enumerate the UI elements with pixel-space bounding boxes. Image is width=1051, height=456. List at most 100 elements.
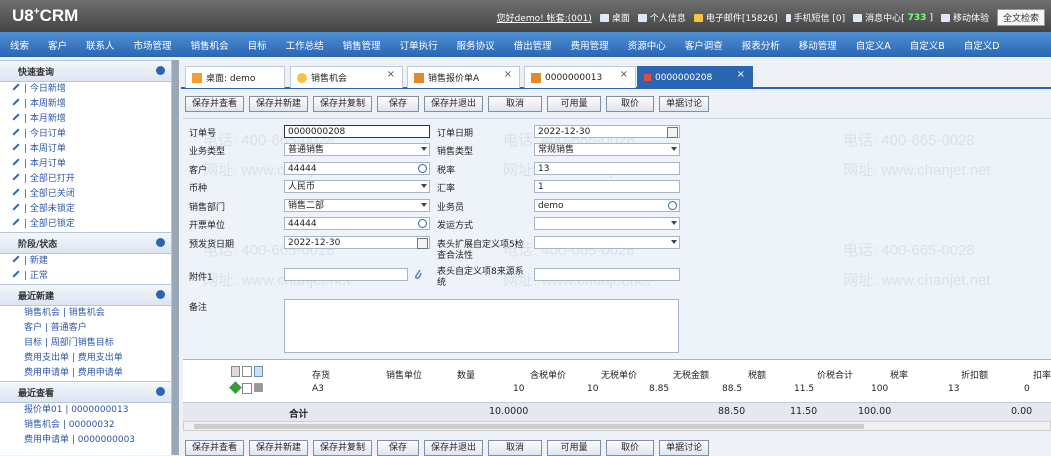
nav-item[interactable]: 资源中心 (618, 38, 675, 52)
greeting-link[interactable]: 您好demo! 帐套:(001) (497, 11, 592, 24)
tab-opportunity[interactable]: 销售机会 × (290, 66, 403, 88)
calendar-icon[interactable] (417, 238, 428, 249)
available-qty-button[interactable]: 可用量 (547, 440, 602, 456)
tab-order-208[interactable]: 0000000208 × (637, 66, 753, 88)
sidebar-item[interactable]: 费用申请单 | 0000000003 (0, 433, 171, 448)
nav-item[interactable]: 目标 (238, 38, 276, 52)
cell-discount[interactable]: 0 (1024, 384, 1030, 394)
cancel-button[interactable]: 取消 (488, 96, 543, 112)
nav-item[interactable]: 自定义A (846, 38, 900, 52)
sale-type-select[interactable]: 常规销售 (534, 143, 680, 156)
sidebar-item[interactable]: | 全部已关闭 (0, 187, 171, 202)
copy-row-icon[interactable] (253, 366, 263, 377)
personal-info-link[interactable]: 个人信息 (637, 11, 686, 24)
nav-item[interactable]: 客户调查 (675, 38, 732, 52)
save-button[interactable]: 保存 (377, 440, 420, 456)
tax-field[interactable]: 13 (534, 162, 680, 175)
sidebar-item[interactable]: 目标 | 周部门销售目标 (0, 336, 171, 351)
nav-item[interactable]: 自定义B (900, 38, 954, 52)
nav-item[interactable]: 销售管理 (333, 38, 390, 52)
quick-query-header[interactable]: 快速查询 (0, 60, 171, 82)
sidebar-item[interactable]: 客户 | 普通客户 (0, 321, 171, 336)
sidebar-item[interactable]: | 正常 (0, 269, 171, 284)
order-date-field[interactable]: 2022-12-30 (534, 125, 680, 138)
sidebar-item[interactable]: | 本周新增 (0, 97, 171, 112)
recent-new-header[interactable]: 最近新建 (0, 284, 171, 306)
sidebar-item[interactable]: | 全部未锁定 (0, 202, 171, 217)
tab-desktop[interactable]: 桌面: demo (185, 66, 285, 88)
cell-price-tax[interactable]: 10 (587, 384, 598, 394)
sidebar-item[interactable]: 销售机会 | 销售机会 (0, 306, 171, 321)
paperclip-icon[interactable] (413, 268, 423, 280)
available-qty-button[interactable]: 可用量 (547, 96, 602, 112)
save-copy-button[interactable]: 保存并复制 (313, 96, 373, 112)
nav-item[interactable]: 市场管理 (124, 38, 181, 52)
close-icon[interactable]: × (387, 69, 395, 80)
close-icon[interactable]: × (737, 69, 745, 80)
get-price-button[interactable]: 取价 (606, 440, 655, 456)
biz-type-select[interactable]: 普通销售 (284, 143, 430, 156)
message-center-link[interactable]: 消息中心[733] (853, 11, 933, 24)
nav-item[interactable]: 服务协议 (447, 38, 504, 52)
customer-field[interactable]: 44444 (284, 162, 430, 175)
cell-price-notax[interactable]: 8.85 (649, 384, 669, 394)
calendar-icon[interactable] (667, 127, 678, 138)
cell-total[interactable]: 100 (871, 384, 888, 394)
memo-textarea[interactable] (284, 299, 679, 353)
stage-header[interactable]: 阶段/状态 (0, 232, 171, 254)
nav-item[interactable]: 线索 (0, 38, 38, 52)
sidebar-item[interactable]: 销售机会 | 00000032 (0, 418, 171, 433)
nav-item[interactable]: 工作总结 (276, 38, 333, 52)
save-copy-button[interactable]: 保存并复制 (313, 440, 373, 456)
scroll-thumb[interactable] (194, 424, 864, 429)
nav-item[interactable]: 报表分析 (732, 38, 789, 52)
sidebar-item[interactable]: 报价单01 | 0000000013 (0, 403, 171, 418)
expand-icon[interactable] (156, 66, 165, 75)
nav-item[interactable]: 费用管理 (561, 38, 618, 52)
sidebar-item[interactable]: 费用支出单 | 费用支出单 (0, 351, 171, 366)
recent-view-header[interactable]: 最近查看 (0, 381, 171, 403)
fulltext-search-button[interactable]: 全文检索 (996, 9, 1045, 26)
attachment-field[interactable] (284, 268, 408, 281)
desktop-link[interactable]: 桌面 (599, 11, 630, 24)
nav-item[interactable]: 移动管理 (789, 38, 846, 52)
search-icon[interactable] (418, 164, 427, 173)
cell-inventory[interactable]: A3 (312, 384, 324, 394)
cell-amount-notax[interactable]: 88.5 (722, 384, 742, 394)
order-no-field[interactable]: 0000000208 (284, 125, 430, 138)
edit-row-icon[interactable] (241, 383, 253, 394)
nav-item[interactable]: 联系人 (76, 38, 124, 52)
nav-item[interactable]: 客户 (38, 38, 76, 52)
sidebar-splitter[interactable] (172, 60, 179, 455)
sms-link[interactable]: 手机短信 [0] (785, 11, 845, 24)
sidebar-item[interactable]: | 全部已打开 (0, 172, 171, 187)
cell-tax-rate[interactable]: 13 (948, 384, 959, 394)
edit-row-icon[interactable] (242, 366, 252, 377)
get-price-button[interactable]: 取价 (606, 96, 655, 112)
save-view-button[interactable]: 保存并查看 (185, 440, 245, 456)
attach-row-icon[interactable] (229, 381, 242, 394)
cell-qty[interactable]: 10 (513, 384, 524, 394)
expand-icon[interactable] (156, 290, 165, 299)
nav-item[interactable]: 订单执行 (390, 38, 447, 52)
save-button[interactable]: 保存 (377, 96, 420, 112)
sidebar-item[interactable]: | 今日新增 (0, 82, 171, 97)
sidebar-item[interactable]: | 本周订单 (0, 142, 171, 157)
sidebar-item[interactable]: 费用申请单 | 费用申请单 (0, 366, 171, 381)
save-exit-button[interactable]: 保存并退出 (424, 440, 484, 456)
email-link[interactable]: 电子邮件[15826] (693, 11, 778, 24)
search-icon[interactable] (668, 201, 677, 210)
mobile-experience-link[interactable]: 移动体验 (940, 11, 989, 24)
ext8-field[interactable] (534, 268, 680, 281)
invoice-unit-field[interactable]: 44444 (284, 217, 430, 230)
sidebar-item[interactable]: | 今日订单 (0, 127, 171, 142)
ship-date-field[interactable]: 2022-12-30 (284, 236, 430, 249)
cell-tax-amount[interactable]: 11.5 (794, 384, 814, 394)
tab-quote-13[interactable]: 0000000013 × (524, 66, 636, 88)
delete-row-icon[interactable] (254, 383, 264, 392)
nav-item[interactable]: 自定义D (954, 38, 1009, 52)
save-exit-button[interactable]: 保存并退出 (424, 96, 484, 112)
sidebar-item[interactable]: | 本月订单 (0, 157, 171, 172)
grid-hscroll[interactable] (183, 421, 1051, 431)
tab-quote[interactable]: 销售报价单A × (407, 66, 520, 88)
